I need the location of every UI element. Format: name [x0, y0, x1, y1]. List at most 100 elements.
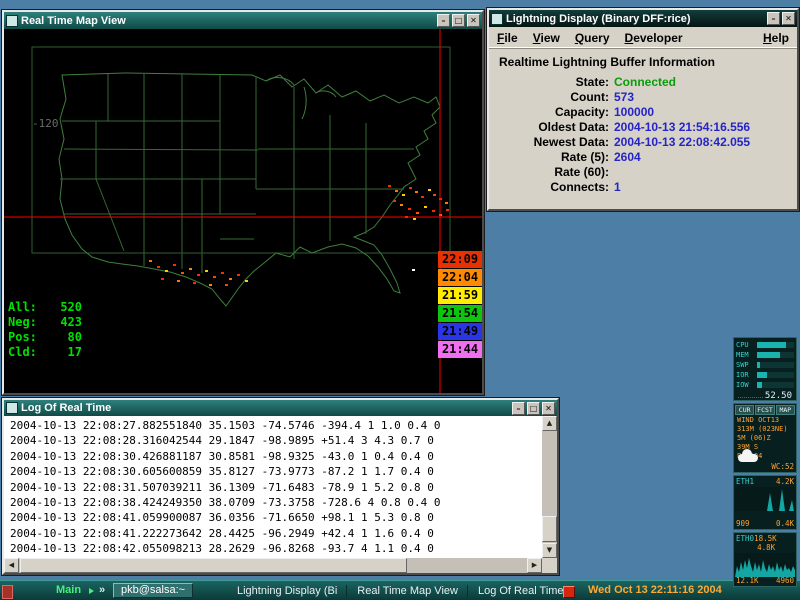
taskbar-clock: Wed Oct 13 22:11:16 2004: [588, 584, 722, 596]
weather-line: 313M (023NE): [737, 425, 788, 433]
windchill-value: WC:52: [771, 462, 794, 471]
strike-point: [149, 260, 152, 262]
meter-label: MEM: [736, 351, 749, 359]
window-controls: – □ ✕: [512, 401, 555, 415]
strike-point: [409, 187, 412, 189]
stat-value: 520: [60, 300, 82, 314]
eth0-rate-out: 4.8K: [757, 543, 776, 552]
menu-query[interactable]: Query: [575, 31, 610, 45]
alert-indicator-button[interactable]: [563, 586, 575, 598]
scroll-left-button[interactable]: ◀: [4, 558, 19, 573]
scroll-right-button[interactable]: ▶: [527, 558, 542, 573]
horizontal-scroll-thumb[interactable]: [20, 558, 408, 573]
strike-point: [205, 270, 208, 272]
weather-tab-cur[interactable]: CUR: [735, 405, 755, 415]
terminal-task-button[interactable]: pkb@salsa:~: [113, 583, 194, 598]
maximize-button[interactable]: □: [452, 14, 465, 27]
log-text-area[interactable]: 2004-10-13 22:08:27.882551840 35.1503 -7…: [4, 416, 542, 558]
close-button[interactable]: ✕: [467, 14, 480, 27]
stat-label: Cld:: [8, 345, 37, 359]
buffer-info-heading: Realtime Lightning Buffer Information: [499, 55, 715, 69]
close-button[interactable]: ✕: [782, 12, 795, 25]
log-line: 2004-10-13 22:08:28.316042544 29.1847 -9…: [10, 434, 434, 448]
strike-point: [213, 276, 216, 278]
window-menu-icon[interactable]: [6, 402, 18, 414]
meter-track: [757, 372, 794, 378]
window-menu-icon[interactable]: [6, 14, 18, 27]
main-menu-button[interactable]: Main: [56, 584, 81, 596]
field-label: Oldest Data:: [538, 120, 609, 134]
buffer-info-panel: Realtime Lightning Buffer Information St…: [489, 55, 797, 195]
window-controls: – □ ✕: [437, 14, 480, 27]
meter-label: IOW: [736, 381, 749, 389]
menu-help[interactable]: Help: [763, 31, 789, 45]
taskbar-chevrons[interactable]: »: [99, 584, 105, 596]
maximize-button[interactable]: □: [527, 401, 540, 415]
menu-items: File View Query Developer: [497, 31, 698, 45]
vertical-scroll-thumb[interactable]: [542, 516, 557, 542]
minimize-button[interactable]: –: [437, 14, 450, 27]
taskbar-task[interactable]: Log Of Real Time: [466, 585, 564, 597]
log-line: 2004-10-13 22:08:31.507039211 36.1309 -7…: [10, 480, 434, 494]
menu-view[interactable]: View: [533, 31, 560, 45]
minimize-button[interactable]: –: [512, 401, 525, 415]
log-line: 2004-10-13 22:08:30.605600859 35.8127 -7…: [10, 465, 434, 479]
strike-point: [415, 191, 418, 193]
lightning-window-title: Lightning Display (Binary DFF:rice): [506, 12, 691, 25]
map-display[interactable]: -120 All: 520 Neg: 423 Pos: 80 Cld: 17 22:09 22:…: [4, 29, 482, 393]
taskbar-task[interactable]: Lightning Display (Bi: [237, 585, 337, 597]
window-menu-icon[interactable]: [491, 12, 503, 25]
log-line: 2004-10-13 22:08:38.424249350 38.0709 -7…: [10, 496, 441, 510]
eth1-graph-area: [735, 489, 795, 511]
legend-time-box: 21:59: [438, 287, 482, 304]
field-row: Oldest Data: 2004-10-13 21:54:16.556: [489, 120, 797, 135]
lightning-window-titlebar[interactable]: Lightning Display (Binary DFF:rice) – ✕: [489, 10, 797, 27]
taskbar: Main » pkb@salsa:~ Lightning Display (Bi…: [0, 580, 800, 600]
meter-ior: IOR: [736, 370, 794, 380]
field-row: Connects: 1: [489, 180, 797, 195]
readout-dots: [738, 397, 763, 398]
scroll-up-button[interactable]: ▲: [542, 416, 557, 431]
map-window-title: Real Time Map View: [21, 14, 126, 27]
eth0-peak: 4960: [775, 576, 794, 585]
desktop: Real Time Map View – □ ✕ -120 All: 520 Neg…: [0, 0, 800, 600]
meter-fill: [757, 352, 780, 358]
weather-tab-map[interactable]: MAP: [775, 405, 795, 415]
stat-value: 423: [60, 315, 82, 329]
taskbar-red-icon[interactable]: [2, 585, 13, 599]
vertical-scrollbar[interactable]: ▲ ▼: [542, 416, 557, 558]
strike-point: [395, 190, 398, 192]
horizontal-scrollbar[interactable]: ◀ ▶: [4, 558, 542, 573]
field-value: 2004-10-13 21:54:16.556: [614, 120, 751, 134]
field-label: Newest Data:: [533, 135, 609, 149]
map-window-titlebar[interactable]: Real Time Map View – □ ✕: [4, 12, 482, 29]
strike-point: [416, 212, 419, 214]
strike-point: [157, 266, 160, 268]
strike-point: [408, 208, 411, 210]
weather-tab-fcst[interactable]: FCST: [755, 405, 775, 415]
stat-label: Neg:: [8, 315, 37, 329]
scroll-down-button[interactable]: ▼: [542, 543, 557, 558]
minimize-button[interactable]: –: [767, 12, 780, 25]
eth1-panel: ETH1 4.2K 909 0.4K: [733, 475, 797, 530]
cpu-meter-list: CPU MEM SWP IOR IOW: [736, 340, 794, 390]
stat-label: Pos:: [8, 330, 37, 344]
meter-track: [757, 362, 794, 368]
meter-label: IOR: [736, 371, 749, 379]
weather-panel: CUR FCST MAP WIND OCT13 313M (023NE) 5M (06)…: [733, 403, 797, 473]
field-label: Rate (60):: [554, 165, 609, 179]
close-button[interactable]: ✕: [542, 401, 555, 415]
strike-point: [433, 194, 436, 196]
strike-point: [221, 272, 224, 274]
log-line: 2004-10-13 22:08:41.059900087 36.0356 -7…: [10, 511, 434, 525]
log-window-titlebar[interactable]: Log Of Real Time – □ ✕: [4, 400, 557, 416]
strike-point: [400, 204, 403, 206]
taskbar-task[interactable]: Real Time Map View: [346, 585, 458, 597]
menu-developer[interactable]: Developer: [625, 31, 683, 45]
menu-file[interactable]: File: [497, 31, 518, 45]
log-window-title: Log Of Real Time: [21, 402, 112, 414]
log-line: 2004-10-13 22:08:27.882551840 35.1503 -7…: [10, 419, 441, 432]
log-line: 2004-10-13 22:08:42.055098213 28.2629 -9…: [10, 542, 434, 556]
strike-point: [413, 218, 416, 220]
eth1-total: 909: [736, 519, 750, 528]
